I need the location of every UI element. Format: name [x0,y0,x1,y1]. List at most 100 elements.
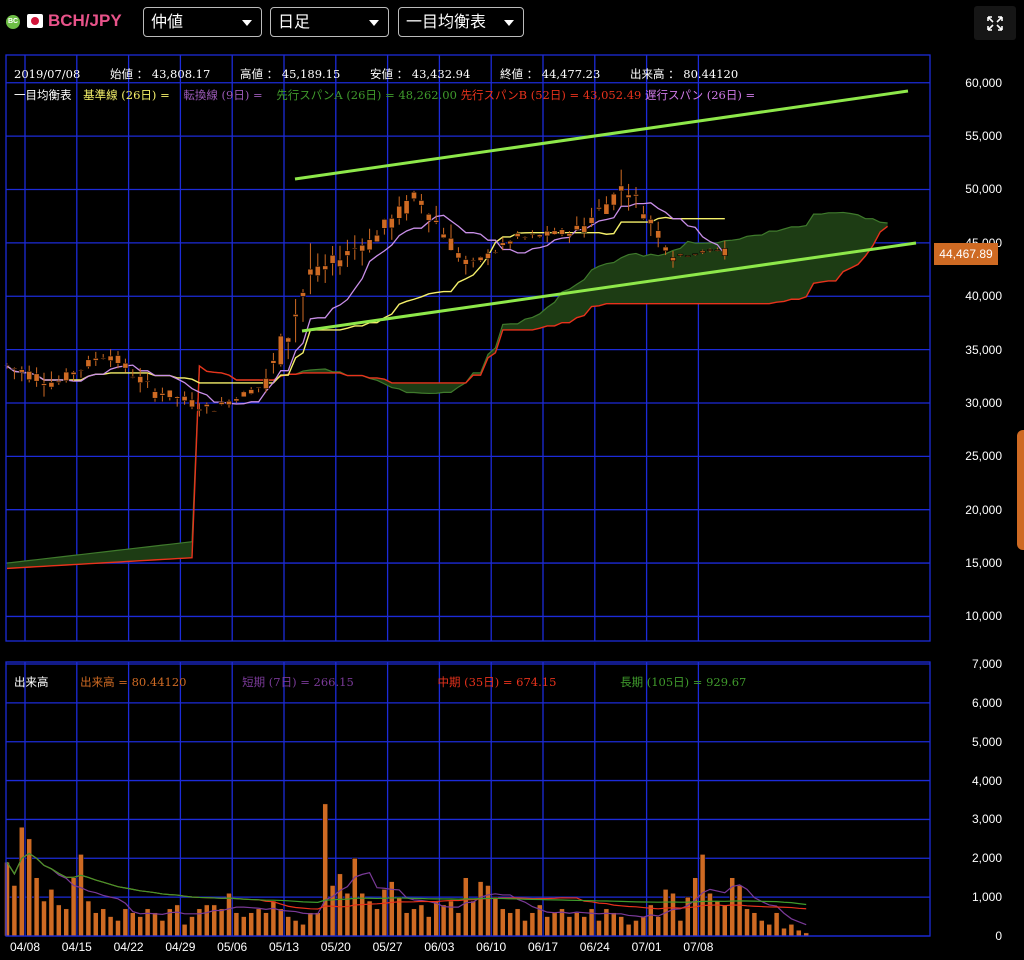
volume-bar [352,858,358,937]
close-label: 終値 ： [499,67,539,81]
expand-icon [987,16,1003,31]
candle [603,196,610,215]
volume-bar [426,916,432,937]
indicator-value: 一目均衡表 [406,14,487,31]
ohlc-info: 2019/07/08 始値 ： 43,808.17 高値 ： 45,189.15… [14,66,738,82]
volume-bar [85,900,92,937]
candle [307,243,314,295]
date-axis-label: 04/08 [9,940,41,954]
candle [166,389,173,401]
mid-legend-value: 674.15 [516,675,557,689]
volume-bar [551,912,558,937]
candle [85,355,92,369]
short-legend: 短期 (7日) = [242,675,310,689]
volume-bar [255,908,262,937]
info-date: 2019/07/08 [14,67,81,81]
price-type-select[interactable]: 仲値 [143,7,262,37]
date-axis-label: 06/03 [424,940,455,954]
volume-bar [241,916,247,937]
volume-bar [337,873,343,937]
volume-bar [307,912,314,937]
candle [411,190,417,202]
volume-bar [322,803,328,937]
date-axis-label: 05/27 [372,940,403,954]
last-price-badge: 44,467.89 [934,243,998,265]
volume-bar [736,885,743,937]
candle [107,349,114,368]
lower-trendline [301,241,917,333]
candle [418,193,425,214]
candle [314,253,321,282]
volume-bar [596,920,602,937]
long-legend: 長期 (105日) = [620,675,703,689]
volume-bar [677,920,684,937]
candle [337,245,343,275]
volume-bar [366,900,373,937]
low-value: 43,432.94 [411,67,471,81]
price-type-value: 仲値 [151,14,184,31]
volume-bar [300,924,306,937]
volume-bar [773,912,780,937]
volume-bar [707,893,713,937]
japan-flag-icon [27,14,43,28]
volume-bar [233,912,240,937]
volume-bar [329,885,336,937]
volume-bar [766,924,772,937]
volume-bar [648,904,654,937]
volume-value: 80.44120 [683,67,739,81]
volume-bar [270,900,277,937]
side-panel-handle[interactable] [1017,430,1024,550]
volume-bar [544,916,550,937]
volume-label: 出来高 ： [629,67,680,81]
volume-bar [574,912,580,937]
price-chart[interactable] [0,46,1024,646]
volume-bar [788,924,795,937]
spanA-legend: 先行スパンA (26日) = [276,88,395,102]
volume-bar [63,908,69,937]
open-value: 43,808.17 [151,67,211,81]
volume-bar [433,900,439,937]
volume-bar [93,912,99,937]
volume-chart[interactable] [0,660,1024,940]
price-axis-label: 25,000 [965,449,1002,464]
indicator-select[interactable]: 一目均衡表 [398,7,524,37]
volume-bar [500,908,506,937]
tenkan-legend: 転換線 (9日) = [183,88,263,102]
volume-bar [492,896,499,937]
volume-legend: 出来高 出来高 = 80.44120 短期 (7日) = 266.15 中期 (… [14,674,746,690]
volume-bar [130,912,136,937]
candle [455,247,462,262]
volume-bar [477,881,484,937]
candle [381,218,388,235]
candle [573,216,580,231]
candle [211,410,218,413]
candle [647,215,654,237]
volume-bar [633,920,639,937]
volume-bar [581,916,587,937]
volume-bar [48,889,55,937]
period-select[interactable]: 日足 [270,7,389,37]
chevron-down-icon [504,20,514,26]
volume-axis-label: 3,000 [971,812,1002,827]
candle [366,228,373,253]
volume-bar [625,924,632,937]
candle [388,214,395,240]
ichimoku-title: 一目均衡表 [14,88,72,102]
volume-bar [19,826,25,937]
volume-bar [522,920,528,937]
candle [233,397,240,403]
price-axis-label: 15,000 [965,556,1002,571]
volume-bar [463,877,469,937]
date-axis-label: 05/20 [320,940,351,954]
candle [174,395,181,407]
low-label: 安値 ： [369,67,409,81]
volume-bar [204,904,210,937]
volume-bar [137,916,143,937]
vol-legend: 出来高 = [80,675,128,689]
date-axis-label: 04/29 [165,940,196,954]
volume-axis-label: 5,000 [971,734,1002,749]
volume-bar [263,912,269,937]
volume-bar [448,900,454,937]
expand-button[interactable] [974,6,1016,40]
candle [477,256,484,262]
